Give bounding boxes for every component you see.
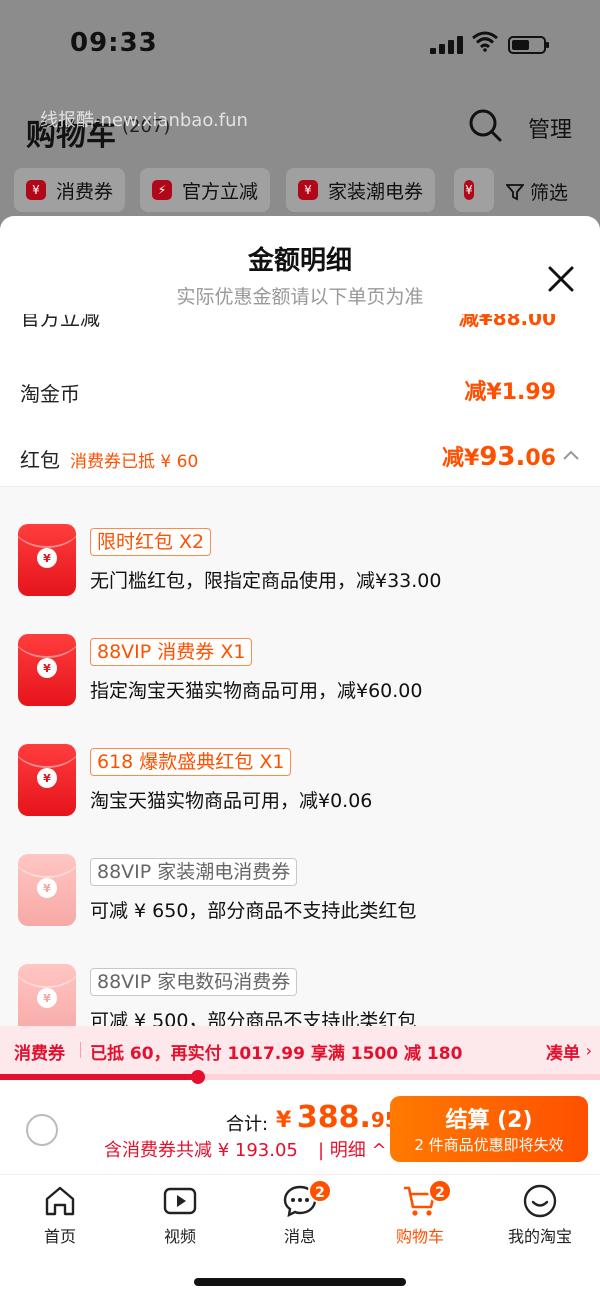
partial-row: 官方立减 减¥88.00 — [20, 314, 556, 330]
row-label: 淘金币 — [20, 382, 80, 406]
coupon-progress-strip: 消费券 已抵 60，再实付 1017.99 享满 1500 减 180 凑单 › — [0, 1026, 600, 1074]
progress-fill — [0, 1074, 198, 1080]
total-label: 合计: — [226, 1114, 269, 1135]
coupon-progress-bar — [0, 1070, 600, 1084]
chip-official-discount[interactable]: ⚡ 官方立减 — [140, 168, 271, 212]
home-icon — [45, 1186, 75, 1216]
coupon-icon: ¥ — [464, 180, 474, 200]
sheet-title: 金额明细 — [247, 246, 352, 276]
home-indicator — [194, 1278, 406, 1286]
packet-desc: 无门槛红包，限指定商品使用，减¥33.00 — [90, 570, 442, 592]
checkout-label: 结算 (2) — [445, 1108, 533, 1133]
tab-messages[interactable]: 2 消息 — [240, 1179, 360, 1253]
filter-icon — [505, 184, 525, 201]
checkout-sub: 2 件商品优惠即将失效 — [414, 1136, 564, 1154]
chip-consumer-coupon[interactable]: ¥ 消费券 — [14, 168, 126, 212]
watermark: 线报酷-new.xianbao.fun — [40, 110, 248, 131]
list-item: ¥ 88VIP 消费券 X1 指定淘宝天猫实物商品可用，减¥60.00 — [18, 634, 588, 724]
red-packet-row[interactable]: 红包 消费券已抵 ¥ 60 减¥93.06 — [20, 438, 580, 478]
chevron-up-icon[interactable] — [562, 448, 580, 462]
taojinbi-row: 淘金币 减¥1.99 — [20, 372, 580, 412]
message-badge: 2 — [308, 1179, 332, 1203]
battery-icon — [508, 36, 549, 54]
red-envelope-icon: ¥ — [18, 634, 76, 706]
profile-icon — [523, 1184, 557, 1218]
close-icon[interactable] — [546, 264, 576, 294]
saved-amount: 含消费券共减 ¥ 193.05 — [104, 1140, 298, 1161]
list-item: ¥ 618 爆款盛典红包 X1 淘宝天猫实物商品可用，减¥0.06 — [18, 744, 588, 834]
red-envelope-icon: ¥ — [18, 744, 76, 816]
tab-home[interactable]: 首页 — [0, 1183, 120, 1253]
tab-cart[interactable]: 2 购物车 — [360, 1179, 480, 1253]
row-amount: 减¥93.06 — [442, 442, 556, 472]
list-item: ¥ 88VIP 家装潮电消费券 可减 ¥ 650，部分商品不支持此类红包 — [18, 854, 588, 944]
progress-knob — [191, 1070, 205, 1084]
manage-button[interactable]: 管理 — [528, 112, 572, 144]
add-items-link[interactable]: 凑单 — [546, 1039, 580, 1064]
tab-my-taobao[interactable]: 我的淘宝 — [480, 1183, 600, 1253]
packet-desc: 可减 ¥ 500，部分商品不支持此类红包 — [90, 1010, 417, 1026]
sheet-subtitle: 实际优惠金额请以下单页为准 — [176, 286, 424, 308]
tab-video[interactable]: 视频 — [120, 1183, 240, 1253]
cart-badge: 2 — [428, 1179, 452, 1203]
packet-desc: 可减 ¥ 650，部分商品不支持此类红包 — [90, 900, 417, 922]
video-icon — [163, 1187, 197, 1215]
packet-desc: 淘宝天猫实物商品可用，减¥0.06 — [90, 790, 373, 812]
coupon-icon: ¥ — [26, 180, 46, 200]
cellular-signal-icon — [430, 36, 464, 54]
strip-text: 已抵 60，再实付 1017.99 享满 1500 减 180 — [90, 1044, 463, 1064]
red-envelope-icon: ¥ — [18, 964, 76, 1026]
lightning-icon: ⚡ — [152, 180, 172, 200]
search-icon[interactable] — [468, 108, 502, 142]
red-envelope-icon: ¥ — [18, 524, 76, 596]
packet-tag: 限时红包 X2 — [90, 528, 212, 556]
row-label: 红包 — [20, 448, 60, 472]
red-packet-sub: 消费券已抵 ¥ 60 — [70, 452, 199, 472]
packet-tag: 88VIP 家电数码消费券 — [90, 968, 298, 996]
filter-button[interactable]: 筛选 — [505, 178, 568, 205]
packet-tag: 88VIP 家装潮电消费券 — [90, 858, 298, 886]
row-amount: 减¥1.99 — [464, 380, 556, 405]
packet-tag: 88VIP 消费券 X1 — [90, 638, 253, 666]
chip-more[interactable]: ¥ — [454, 168, 494, 212]
coupon-icon: ¥ — [298, 180, 318, 200]
select-all-checkbox[interactable] — [26, 1114, 58, 1146]
status-bar: 09:33 — [0, 0, 600, 90]
list-item: ¥ 限时红包 X2 无门槛红包，限指定商品使用，减¥33.00 — [18, 524, 588, 614]
wifi-icon — [472, 31, 498, 52]
status-time: 09:33 — [70, 28, 158, 58]
total-price: ¥ 388.95 — [276, 1100, 399, 1135]
packet-tag: 618 爆款盛典红包 X1 — [90, 748, 292, 776]
packet-desc: 指定淘宝天猫实物商品可用，减¥60.00 — [90, 680, 423, 702]
detail-toggle[interactable]: | 明细 ^ — [318, 1136, 387, 1162]
chevron-right-icon: › — [585, 1041, 592, 1060]
list-item: ¥ 88VIP 家电数码消费券 可减 ¥ 500，部分商品不支持此类红包 — [18, 964, 588, 1026]
strip-label: 消费券 — [14, 1044, 65, 1064]
checkout-bar: 合计: ¥ 388.95 含消费券共减 ¥ 193.05 | 明细 ^ 结算 (… — [0, 1086, 600, 1174]
chip-home-appliance-coupon[interactable]: ¥ 家装潮电券 — [286, 168, 436, 212]
checkout-button[interactable]: 结算 (2) 2 件商品优惠即将失效 — [390, 1096, 588, 1162]
red-envelope-icon: ¥ — [18, 854, 76, 926]
